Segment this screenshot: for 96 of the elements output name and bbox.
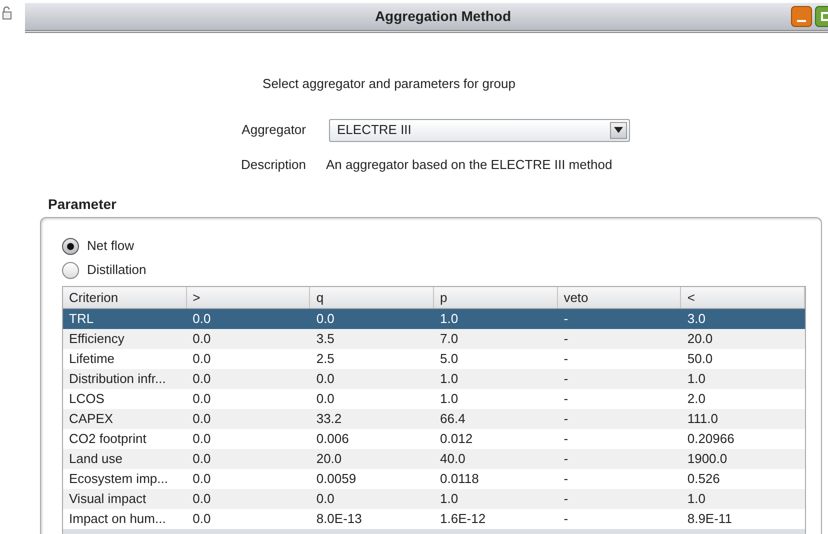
table-cell-text: - bbox=[562, 470, 570, 488]
table-cell-text: 0.0 bbox=[315, 490, 336, 508]
table-cell-text: 0.012 bbox=[439, 430, 474, 448]
radio-button[interactable] bbox=[62, 238, 79, 254]
table-cell-text: - bbox=[562, 430, 570, 448]
table-cell-text: 0.0 bbox=[192, 330, 212, 348]
table-cell-text: - bbox=[562, 490, 570, 508]
table-row[interactable]: Impact on hum... 0.0 8.0E-13 1.6E-12 - 8.9E-11 bbox=[63, 509, 805, 529]
table-cell-text: 5.0 bbox=[439, 350, 460, 368]
table-row[interactable]: CO2 footprint 0.0 0.006 0.012 - 0.20966 bbox=[63, 429, 805, 449]
table-cell-text: Lifetime bbox=[68, 350, 116, 368]
table-cell-text: 1.6E-12 bbox=[439, 510, 487, 528]
column-header[interactable]: q bbox=[310, 287, 434, 308]
table-row[interactable]: Land use 0.0 20.0 40.0 - 1900.0 bbox=[63, 449, 805, 469]
column-header[interactable]: Criterion bbox=[63, 287, 187, 308]
table-cell-text: 40.0 bbox=[439, 450, 466, 468]
table-row[interactable]: Efficiency 0.0 3.5 7.0 - 20.0 bbox=[63, 329, 805, 349]
table-cell-text: 1.0 bbox=[439, 370, 460, 388]
radio-label[interactable]: Distillation bbox=[87, 260, 146, 280]
table-cell-text: 7.0 bbox=[439, 330, 460, 348]
table-cell-text: 0.0 bbox=[192, 450, 212, 468]
table-cell-text: 2.5 bbox=[315, 350, 336, 368]
table-cell-text: 1.0 bbox=[686, 370, 706, 388]
table-cell-text: 3.5 bbox=[315, 330, 336, 348]
table-cell-text: 0.0 bbox=[315, 390, 336, 408]
table-row[interactable]: TRL 0.0 0.0 1.0 - 3.0 bbox=[63, 309, 805, 329]
column-header[interactable]: p bbox=[434, 287, 558, 308]
table-cell-text: 50.0 bbox=[686, 350, 714, 368]
parameter-heading: Parameter bbox=[48, 195, 118, 214]
table-row[interactable]: LCOS 0.0 0.0 1.0 - 2.0 bbox=[63, 389, 805, 409]
table-cell-text: 0.0 bbox=[192, 470, 212, 488]
table-cell-text: Efficiency bbox=[68, 330, 126, 348]
description-text: An aggregator based on the ELECTRE III method bbox=[326, 156, 612, 174]
table-cell-text: 0.0 bbox=[192, 410, 212, 428]
table-row[interactable]: Visual impact 0.0 0.0 1.0 - 1.0 bbox=[63, 489, 805, 509]
table-cell-text: Visual impact bbox=[68, 490, 148, 508]
table-cell-text: 0.0 bbox=[192, 490, 212, 508]
table-cell-text: 0.0 bbox=[192, 390, 212, 408]
table-cell-text: 20.0 bbox=[315, 450, 343, 468]
aggregator-dropdown[interactable]: ELECTRE III bbox=[329, 118, 630, 142]
table-cell-text: 0.0 bbox=[192, 510, 212, 528]
table-cell-text: TRL bbox=[68, 310, 95, 328]
table-cell-text: 0.006 bbox=[315, 430, 350, 448]
table-cell-text: Distribution infr... bbox=[68, 370, 167, 388]
table-cell-text: 0.0 bbox=[192, 430, 212, 448]
table-cell-text: 8.9E-11 bbox=[686, 510, 733, 528]
table-cell-text: LCOS bbox=[68, 390, 106, 408]
table-cell-text: 111.0 bbox=[686, 410, 719, 428]
lock-icon bbox=[2, 6, 12, 20]
radio-label[interactable]: Net flow bbox=[87, 236, 134, 256]
description-label: Description bbox=[240, 156, 306, 174]
table-cell-text: Land use bbox=[68, 450, 124, 468]
table-cell-text: - bbox=[562, 450, 570, 468]
table-cell-text: 66.4 bbox=[439, 410, 466, 428]
table-cell-text: - bbox=[562, 410, 570, 428]
table-cell-text: 0.0 bbox=[192, 310, 212, 328]
table-cell-text: 3.0 bbox=[686, 310, 706, 328]
table-cell-text: - bbox=[562, 350, 570, 368]
table-cell-text: 33.2 bbox=[315, 410, 343, 428]
table-row[interactable]: Lifetime 0.0 2.5 5.0 - 50.0 bbox=[63, 349, 805, 369]
table-cell-text: - bbox=[562, 390, 570, 408]
table-cell-text: 2.0 bbox=[686, 390, 706, 408]
table-cell-text: 0.0 bbox=[192, 350, 212, 368]
table-row[interactable]: CAPEX 0.0 33.2 66.4 - 111.0 bbox=[63, 409, 805, 429]
table-cell-text: 0.526 bbox=[686, 470, 721, 488]
table-cell-text: CO2 footprint bbox=[68, 430, 148, 448]
table-cell-text: 0.20966 bbox=[686, 430, 736, 448]
table-cell-text: 1.0 bbox=[439, 310, 460, 328]
table-cell-text: Ecosystem imp... bbox=[68, 470, 169, 488]
table-cell-text: 1.0 bbox=[439, 490, 460, 508]
table-cell-text: 1.0 bbox=[439, 390, 460, 408]
table-row[interactable]: Distribution infr... 0.0 0.0 1.0 - 1.0 bbox=[63, 369, 805, 389]
column-header[interactable]: veto bbox=[558, 287, 682, 308]
minimize-button[interactable] bbox=[791, 6, 812, 27]
table-row[interactable]: Ecosystem imp... 0.0 0.0059 0.0118 - 0.526 bbox=[63, 469, 805, 489]
prompt-text: Select aggregator and parameters for group bbox=[262, 75, 516, 93]
table-cell-text: 20.0 bbox=[686, 330, 714, 348]
column-header[interactable]: < bbox=[681, 287, 806, 308]
table-cell-text: 0.0 bbox=[315, 370, 336, 388]
table-cell-text: 0.0118 bbox=[439, 470, 480, 488]
table-cell-text: 1900.0 bbox=[686, 450, 728, 468]
table-cell-text: - bbox=[562, 330, 570, 348]
table-cell-text: Impact on hum... bbox=[68, 510, 167, 528]
table-cell-text: 1.0 bbox=[686, 490, 706, 508]
table-cell-text: - bbox=[562, 510, 570, 528]
aggregator-label: Aggregator bbox=[240, 121, 306, 140]
table-cell-text: - bbox=[562, 310, 570, 328]
radio-button[interactable] bbox=[62, 262, 79, 278]
column-header[interactable]: > bbox=[186, 287, 310, 308]
table-cell-text: CAPEX bbox=[68, 410, 114, 428]
table-cell-text: - bbox=[562, 370, 570, 388]
table-cell-text: 0.0059 bbox=[315, 470, 358, 488]
window-title: Aggregation Method bbox=[374, 7, 512, 26]
table-cell-text: 0.0 bbox=[315, 310, 336, 328]
table-cell-text: 0.0 bbox=[192, 370, 212, 388]
table-cell-text: 8.0E-13 bbox=[315, 510, 363, 528]
